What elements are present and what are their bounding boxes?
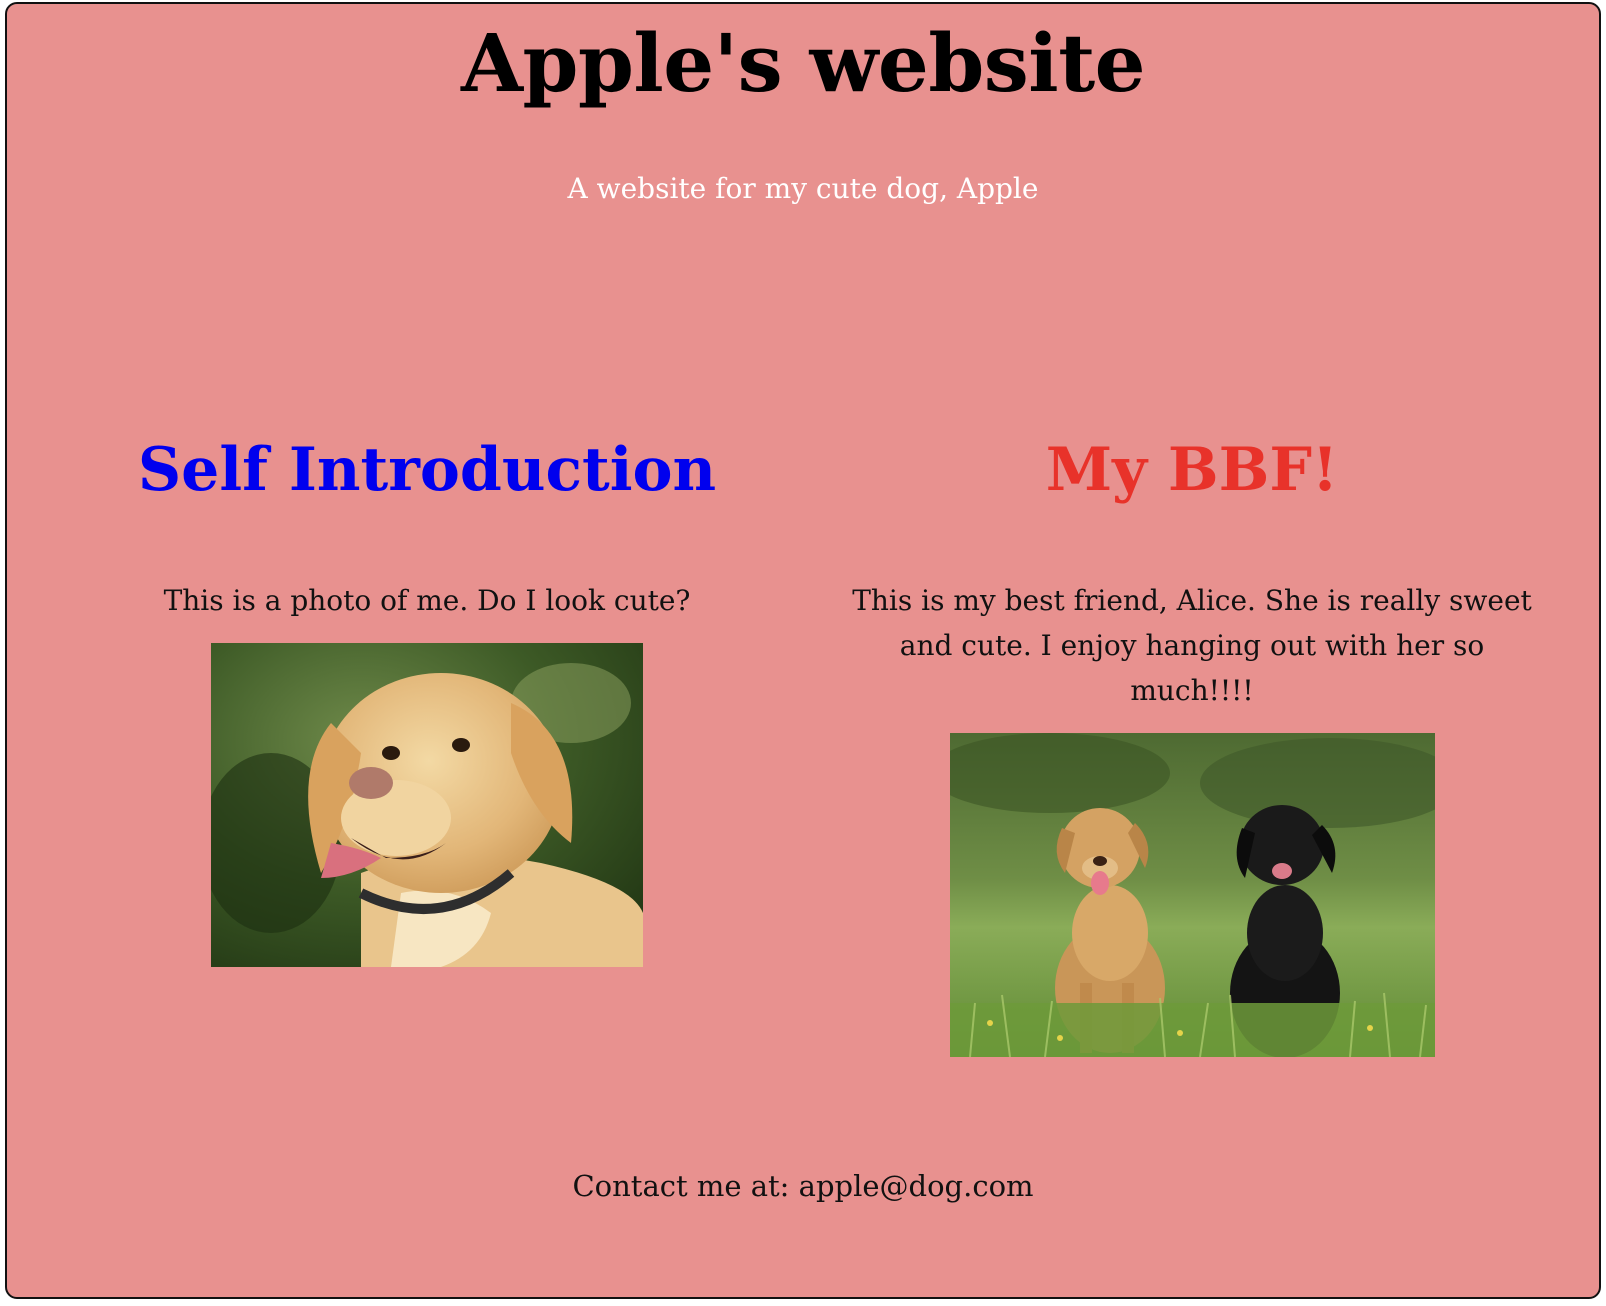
self-introduction-section: Self Introduction This is a photo of me.…: [122, 434, 732, 967]
golden-labrador-photo: [211, 643, 643, 967]
two-dogs-in-grass-photo: [949, 733, 1435, 1057]
section-text-self-introduction: This is a photo of me. Do I look cute?: [163, 584, 691, 617]
page-container: Apple's website A website for my cute do…: [5, 2, 1601, 1299]
contact-info: Contact me at: apple@dog.com: [572, 1169, 1034, 1203]
site-subtitle: A website for my cute dog, Apple: [567, 172, 1039, 205]
best-friend-section: My BBF! This is my best friend, Alice. S…: [837, 434, 1547, 1057]
section-title-my-bbf: My BBF!: [1045, 435, 1339, 505]
site-title: Apple's website: [460, 16, 1146, 110]
section-title-self-introduction: Self Introduction: [137, 435, 717, 505]
section-text-best-friend: This is my best friend, Alice. She is re…: [852, 584, 1532, 707]
